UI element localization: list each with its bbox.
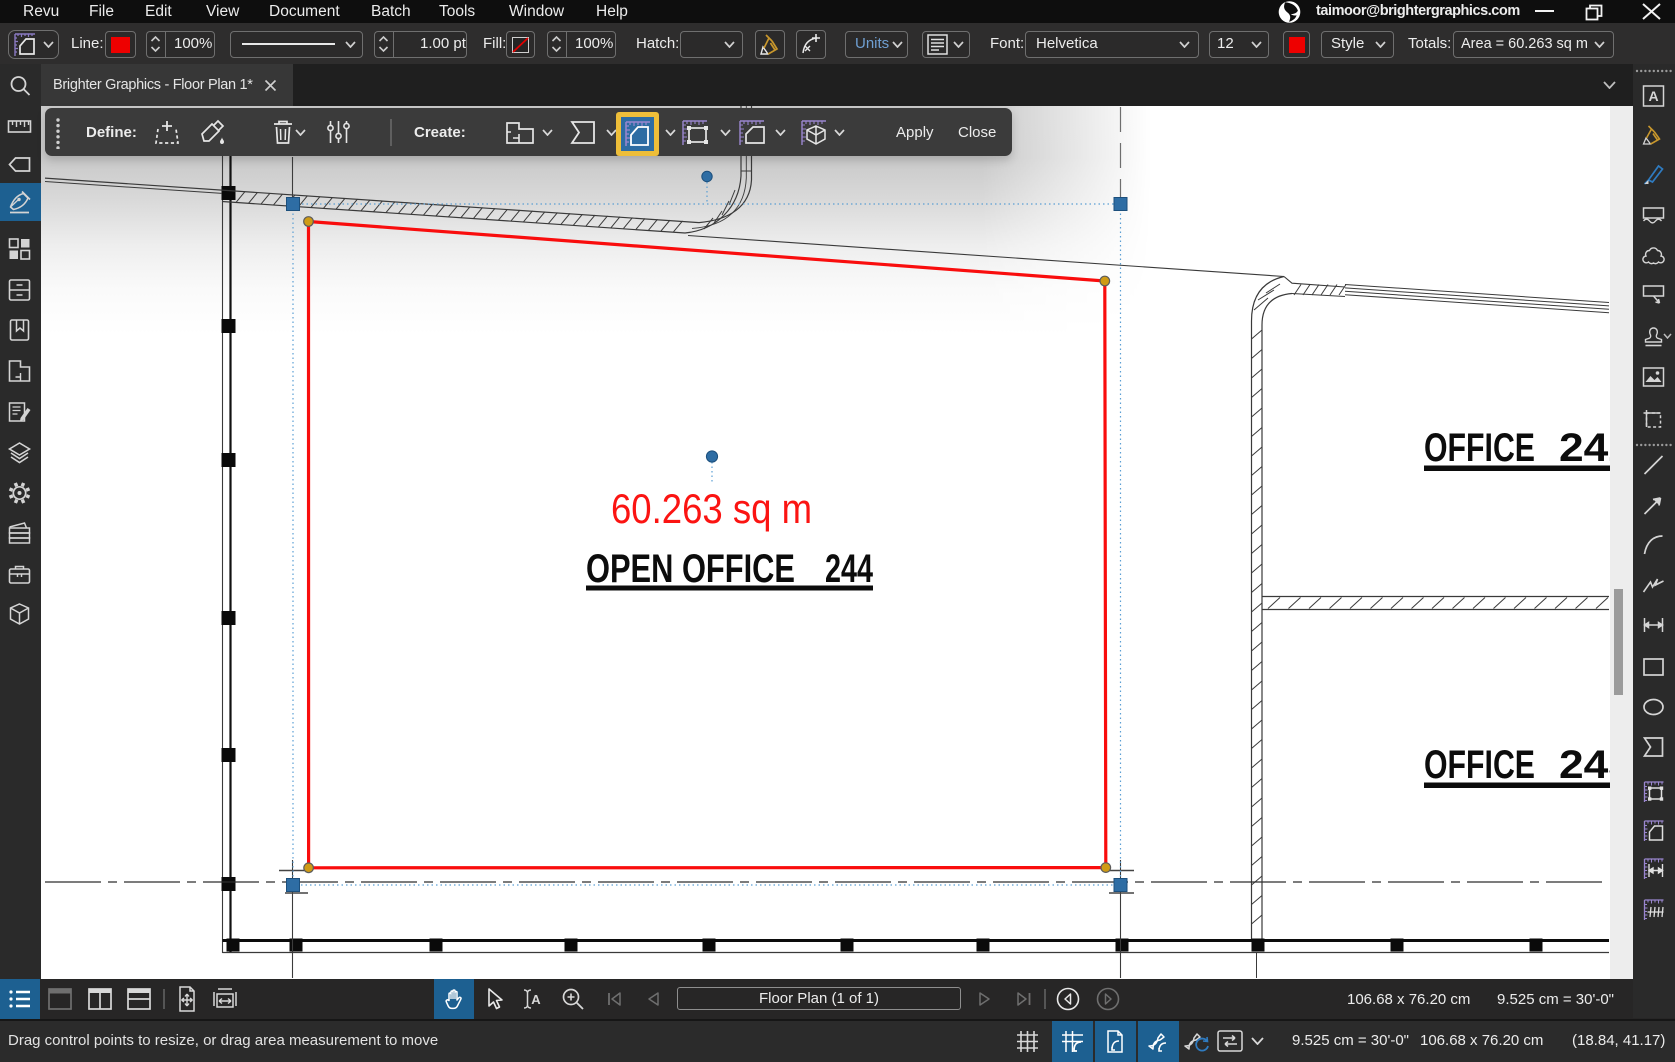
svg-text:243: 243 [1559,743,1633,787]
svg-text:244: 244 [825,547,874,591]
svg-text:A: A [531,992,541,1007]
svg-text:242: 242 [1559,426,1633,470]
svg-text:OPEN OFFICE: OPEN OFFICE [586,547,795,591]
svg-text:60.263 sq m: 60.263 sq m [611,485,812,532]
svg-text:OFFICE: OFFICE [1424,743,1535,787]
svg-text:OFFICE: OFFICE [1424,426,1535,470]
svg-text:A: A [1648,88,1658,104]
